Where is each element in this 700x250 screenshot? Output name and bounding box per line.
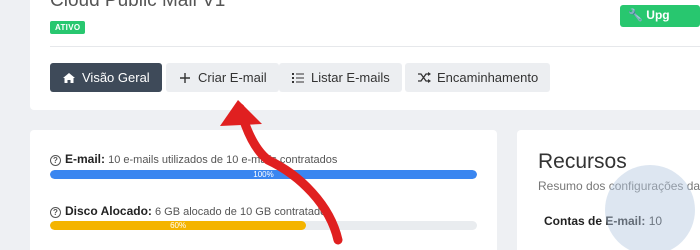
list-icon [291,71,305,85]
email-usage-label: ? E-mail: 10 e-mails utilizados de 10 e-m… [50,152,337,166]
home-icon [62,71,76,85]
help-icon[interactable]: ? [50,155,61,166]
divider [50,46,700,47]
tab-visao-geral[interactable]: Visão Geral [50,63,162,92]
disk-progress-fill: 60% [50,221,307,230]
product-title: Cloud Public Mail V1 [50,0,226,11]
plus-icon [178,71,192,85]
disk-description: 6 GB alocado de 10 GB contratado [154,206,327,218]
watermark-logo [605,165,695,250]
tab-listar-emails[interactable]: Listar E-mails [279,63,402,92]
email-progress-bar: 100% [50,170,477,179]
usage-card: ? E-mail: 10 e-mails utilizados de 10 e-m… [30,130,497,250]
status-badge: ATIVO [50,21,86,34]
wrench-icon: 🔧 [628,8,643,22]
resources-title: Recursos [538,150,627,173]
upgrade-label: Upg [646,8,670,22]
shuffle-icon [417,71,431,85]
tab-label: Listar E-mails [311,70,390,85]
disk-label: Disco Alocado: [65,204,152,218]
tab-label: Visão Geral [82,70,150,85]
upgrade-button[interactable]: 🔧 Upg [620,5,700,27]
email-label: E-mail: [65,152,106,166]
disk-usage-label: ? Disco Alocado: 6 GB alocado de 10 GB co… [50,204,326,218]
email-description: 10 e-mails utilizados de 10 e-mails cont… [108,154,338,166]
tab-label: Encaminhamento [437,70,539,85]
tab-criar-email[interactable]: Criar E-mail [166,63,279,92]
tab-encaminhamento[interactable]: Encaminhamento [405,63,551,92]
help-icon[interactable]: ? [50,207,61,218]
disk-progress-bar: 60% [50,221,477,230]
email-progress-fill: 100% [50,170,477,179]
tab-label: Criar E-mail [198,70,267,85]
product-header-card: Cloud Public Mail V1 ATIVO Visão Geral C… [30,0,700,110]
